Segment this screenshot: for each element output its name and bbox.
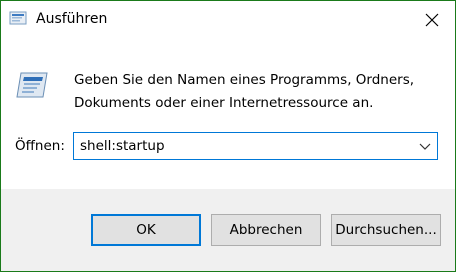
window-title: Ausführen	[36, 11, 108, 27]
run-icon	[16, 72, 48, 98]
cancel-button[interactable]: Abbrechen	[211, 214, 321, 246]
button-bar: OK Abbrechen Durchsuchen...	[1, 189, 455, 271]
description-text: Geben Sie den Namen eines Programms, Ord…	[74, 69, 434, 115]
run-dialog: Ausführen Geben Sie den Namen eines Prog…	[0, 0, 456, 272]
open-combobox[interactable]: shell:startup	[73, 132, 438, 160]
browse-button[interactable]: Durchsuchen...	[331, 214, 441, 246]
title-bar[interactable]: Ausführen	[1, 1, 455, 39]
close-button[interactable]	[409, 1, 455, 39]
close-icon	[425, 13, 439, 27]
chevron-down-icon[interactable]	[419, 141, 431, 151]
description-line-2: Dokuments oder einer Internetressource a…	[74, 95, 374, 111]
run-app-icon	[9, 11, 27, 25]
open-label: Öffnen:	[15, 138, 65, 154]
dialog-content: Geben Sie den Namen eines Programms, Ord…	[1, 39, 455, 189]
description-line-1: Geben Sie den Namen eines Programms, Ord…	[74, 72, 415, 88]
open-input[interactable]: shell:startup	[80, 138, 165, 154]
ok-button[interactable]: OK	[91, 214, 201, 246]
